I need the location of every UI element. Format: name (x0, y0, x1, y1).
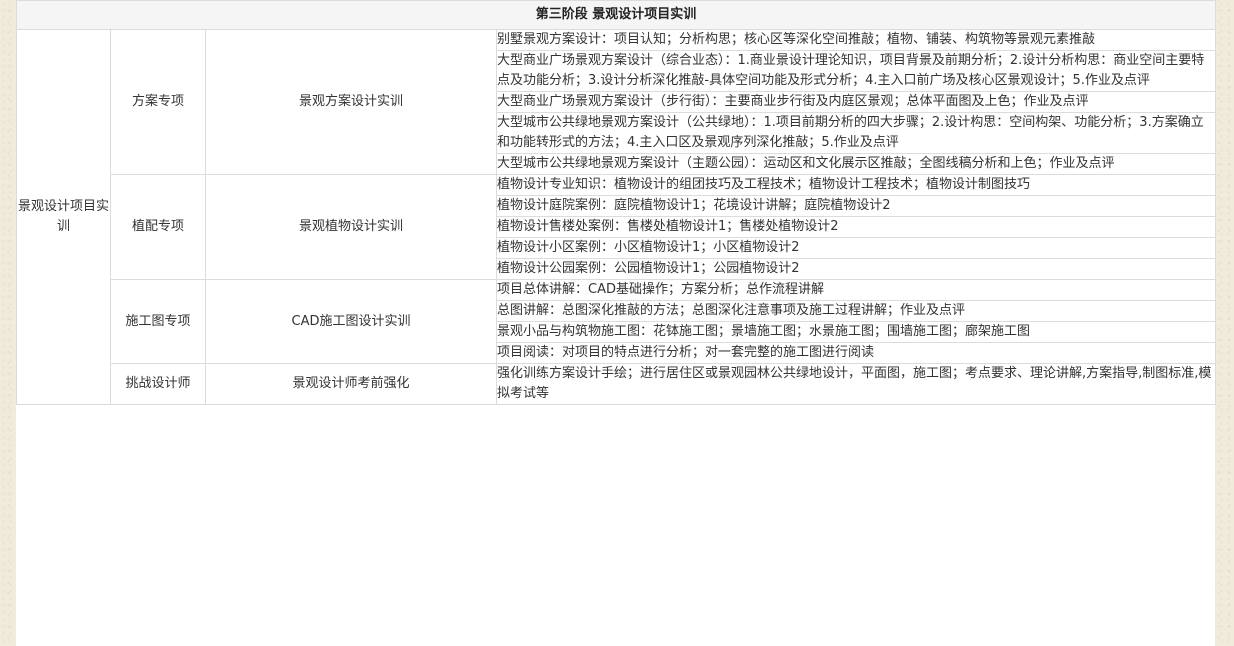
course-item: 大型商业广场景观方案设计（综合业态）：1.商业景设计理论知识，项目背景及前期分析… (495, 50, 1217, 92)
course-item: 强化训练方案设计手绘；进行居住区或景观园林公共绿地设计，平面图，施工图；考点要求… (495, 363, 1217, 405)
section-course-cell: 景观植物设计实训 (205, 174, 497, 280)
table-row: 植配专项 景观植物设计实训 植物设计专业知识：植物设计的组团技巧及工程技术；植物… (17, 174, 1217, 280)
course-item: 植物设计专业知识：植物设计的组团技巧及工程技术；植物设计工程技术；植物设计制图技… (495, 174, 1217, 196)
section-name-cell: 植配专项 (110, 174, 206, 280)
course-item: 总图讲解：总图深化推敲的方法；总图深化注意事项及施工过程讲解；作业及点评 (495, 300, 1217, 322)
section-name-cell: 施工图专项 (110, 279, 206, 364)
course-item: 大型城市公共绿地景观方案设计（主题公园）：运动区和文化展示区推敲；全图线稿分析和… (495, 153, 1217, 175)
course-table-container: 第三阶段 景观设计项目实训 景观设计项目实训 方案专项 景观方案设计实训 别墅景… (15, 0, 1217, 646)
section-course-cell: 景观设计师考前强化 (205, 363, 497, 405)
stage-category-cell: 景观设计项目实训 (16, 29, 111, 405)
course-item: 植物设计公园案例：公园植物设计1；公园植物设计2 (495, 258, 1217, 280)
section-name-cell: 挑战设计师 (110, 363, 206, 405)
table-row: 施工图专项 CAD施工图设计实训 项目总体讲解：CAD基础操作；方案分析；总作流… (17, 279, 1217, 364)
course-item: 大型商业广场景观方案设计（步行街）：主要商业步行街及内庭区景观；总体平面图及上色… (495, 91, 1217, 113)
course-item: 大型城市公共绿地景观方案设计（公共绿地）：1.项目前期分析的四大步骤；2.设计构… (495, 112, 1217, 154)
table-row: 景观设计项目实训 方案专项 景观方案设计实训 别墅景观方案设计：项目认知；分析构… (16, 29, 1217, 405)
table-row: 挑战设计师 景观设计师考前强化 强化训练方案设计手绘；进行居住区或景观园林公共绿… (17, 363, 1217, 405)
course-item: 别墅景观方案设计：项目认知；分析构思；核心区等深化空间推敲；植物、铺装、构筑物等… (495, 29, 1217, 51)
course-item: 植物设计小区案例：小区植物设计1；小区植物设计2 (495, 237, 1217, 259)
course-item: 景观小品与构筑物施工图：花钵施工图；景墙施工图；水景施工图；围墙施工图；廊架施工… (495, 321, 1217, 343)
section-course-cell: CAD施工图设计实训 (205, 279, 497, 364)
course-item: 项目总体讲解：CAD基础操作；方案分析；总作流程讲解 (495, 279, 1217, 301)
stage-title: 第三阶段 景观设计项目实训 (15, 0, 1217, 30)
course-item: 植物设计售楼处案例：售楼处植物设计1；售楼处植物设计2 (495, 216, 1217, 238)
section-name-cell: 方案专项 (110, 29, 206, 175)
section-course-cell: 景观方案设计实训 (205, 29, 497, 175)
course-table: 第三阶段 景观设计项目实训 景观设计项目实训 方案专项 景观方案设计实训 别墅景… (15, 0, 1217, 405)
course-item: 植物设计庭院案例：庭院植物设计1；花境设计讲解；庭院植物设计2 (495, 195, 1217, 217)
table-header-row: 第三阶段 景观设计项目实训 (15, 0, 1217, 30)
course-item: 项目阅读：对项目的特点进行分析；对一套完整的施工图进行阅读 (495, 342, 1217, 364)
